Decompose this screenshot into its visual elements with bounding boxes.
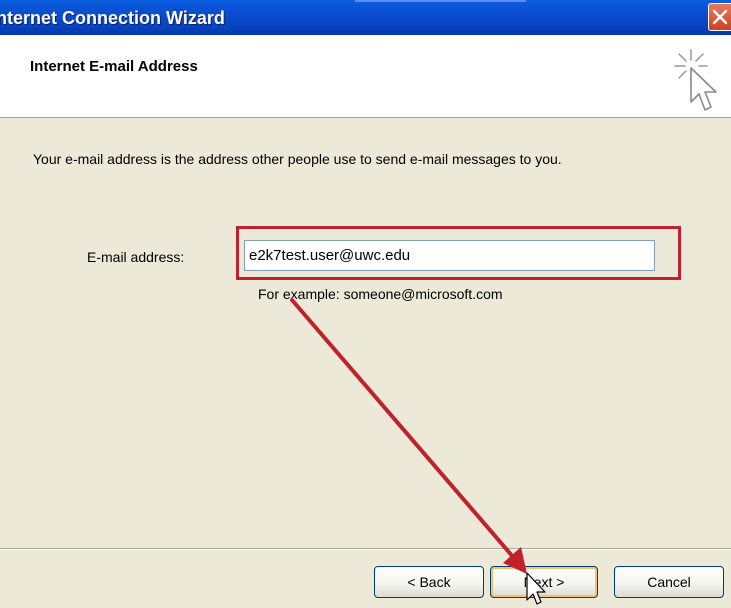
title-top-line (355, 0, 526, 2)
close-button[interactable] (708, 3, 731, 31)
footer-separator (0, 548, 731, 550)
cancel-button[interactable]: Cancel (614, 566, 724, 598)
wizard-header: Internet E-mail Address (0, 35, 731, 118)
email-address-label: E-mail address: (87, 249, 185, 265)
wizard-cursor-icon (674, 49, 717, 111)
window-title: nternet Connection Wizard (0, 8, 225, 28)
next-button[interactable]: Next > (490, 566, 598, 598)
page-title: Internet E-mail Address (30, 58, 198, 75)
annotation-arrow-line (290, 298, 516, 560)
title-bar: nternet Connection Wizard (0, 0, 731, 35)
back-button[interactable]: < Back (374, 566, 484, 598)
close-icon (712, 9, 728, 25)
email-address-input[interactable] (244, 240, 655, 271)
intro-text: Your e-mail address is the address other… (33, 151, 562, 167)
email-example-text: For example: someone@microsoft.com (258, 286, 503, 302)
